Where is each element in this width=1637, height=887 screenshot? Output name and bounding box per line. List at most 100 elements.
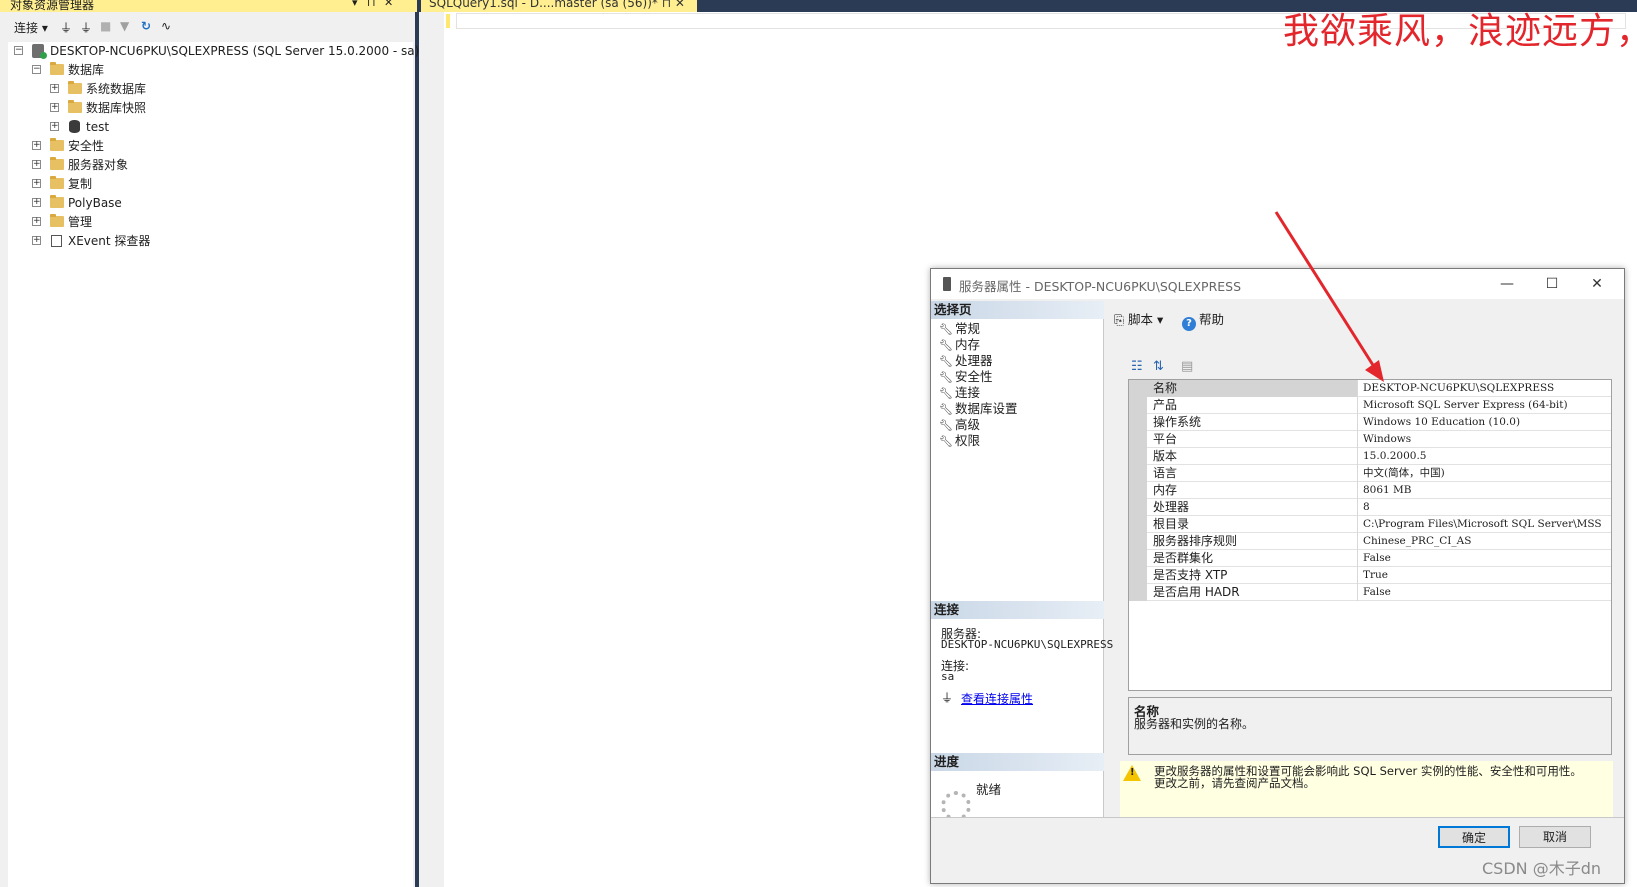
alphabetical-icon[interactable]: ⇅ bbox=[1153, 359, 1164, 374]
dialog-titlebar[interactable]: 服务器属性 - DESKTOP-NCU6PKU\SQLEXPRESS — ☐ ✕ bbox=[931, 269, 1624, 299]
expand-icon[interactable]: + bbox=[32, 236, 41, 245]
view-connection-properties-link[interactable]: 查看连接属性 bbox=[961, 690, 1033, 707]
close-icon[interactable]: ✕ bbox=[384, 0, 393, 9]
property-value: Microsoft SQL Server Express (64-bit) bbox=[1363, 399, 1568, 411]
expand-icon[interactable]: + bbox=[32, 198, 41, 207]
property-name: 是否支持 XTP bbox=[1147, 567, 1358, 584]
expand-icon[interactable]: + bbox=[32, 160, 41, 169]
dialog-right-pane: ⎘ 脚本 ▾ ? 帮助 ☷ ⇅ ▤ 名称 DESKTOP-NCU6PKU\SQLEX… bbox=[1106, 301, 1624, 833]
wrench-icon: 🔧︎ bbox=[939, 355, 953, 368]
select-page-header: 选择页 bbox=[931, 301, 1104, 319]
property-row[interactable]: 服务器排序规则 Chinese_PRC_CI_AS bbox=[1129, 533, 1611, 550]
row-gutter bbox=[1129, 397, 1147, 414]
progress-header: 进度 bbox=[931, 753, 1104, 771]
filter-icon[interactable]: ▼ bbox=[120, 19, 129, 33]
row-gutter bbox=[1129, 550, 1147, 567]
script-button[interactable]: ⎘ 脚本 ▾ bbox=[1114, 309, 1163, 328]
server-value: DESKTOP-NCU6PKU\SQLEXPRESS bbox=[941, 638, 1114, 651]
cancel-button[interactable]: 取消 bbox=[1519, 826, 1591, 848]
folder-icon bbox=[68, 100, 82, 113]
tree-label: test bbox=[86, 120, 110, 134]
close-button[interactable]: ✕ bbox=[1582, 273, 1612, 295]
wrench-icon: 🔧︎ bbox=[939, 435, 953, 448]
row-gutter bbox=[1129, 584, 1147, 601]
connect-button[interactable]: 连接 ▾ bbox=[14, 19, 48, 36]
expand-icon[interactable]: + bbox=[50, 103, 59, 112]
property-row[interactable]: 版本 15.0.2000.5 bbox=[1129, 448, 1611, 465]
warning-text: 更改服务器的属性和设置可能会影响此 SQL Server 实例的性能、安全性和可… bbox=[1154, 765, 1582, 789]
pin-icon[interactable]: ⊓ bbox=[367, 0, 376, 9]
property-value: 8061 MB bbox=[1363, 484, 1412, 496]
page-database-settings[interactable]: 🔧︎ 数据库设置 bbox=[939, 401, 1018, 417]
tab-label: SQLQuery1.sql - D....master (sa (56))* ⊓… bbox=[429, 0, 685, 10]
page-advanced[interactable]: 🔧︎ 高级 bbox=[939, 417, 980, 433]
plug-icon: ⏚ bbox=[941, 691, 954, 705]
property-row[interactable]: 名称 DESKTOP-NCU6PKU\SQLEXPRESS bbox=[1129, 380, 1611, 397]
property-row[interactable]: 是否启用 HADR False bbox=[1129, 584, 1611, 601]
property-row[interactable]: 是否支持 XTP True bbox=[1129, 567, 1611, 584]
warning-line: 更改之前，请先查阅产品文档。 bbox=[1154, 776, 1315, 790]
page-general[interactable]: 🔧︎ 常规 bbox=[939, 321, 980, 337]
property-name: 服务器排序规则 bbox=[1147, 533, 1358, 550]
dialog-left-pane: 选择页 🔧︎ 常规 🔧︎ 内存 🔧︎ 处理器 🔧︎ 安全性 🔧︎ 连接 🔧︎ 数据库设置 🔧… bbox=[931, 301, 1113, 883]
property-row[interactable]: 平台 Windows bbox=[1129, 431, 1611, 448]
folder-icon bbox=[50, 157, 64, 170]
collapse-icon[interactable]: − bbox=[32, 65, 41, 74]
property-name: 是否启用 HADR bbox=[1147, 584, 1358, 601]
expand-icon[interactable]: + bbox=[32, 141, 41, 150]
server-properties-dialog: 服务器属性 - DESKTOP-NCU6PKU\SQLEXPRESS — ☐ ✕… bbox=[930, 268, 1625, 884]
property-value: False bbox=[1363, 552, 1391, 564]
folder-icon bbox=[50, 62, 64, 75]
page-memory[interactable]: 🔧︎ 内存 bbox=[939, 337, 980, 353]
property-name: 内存 bbox=[1147, 482, 1358, 499]
property-row[interactable]: 产品 Microsoft SQL Server Express (64-bit) bbox=[1129, 397, 1611, 414]
property-description: 名称 服务器和实例的名称。 bbox=[1128, 697, 1612, 755]
page-permissions[interactable]: 🔧︎ 权限 bbox=[939, 433, 980, 449]
page-security[interactable]: 🔧︎ 安全性 bbox=[939, 369, 993, 385]
expand-icon[interactable]: + bbox=[50, 122, 59, 131]
property-row[interactable]: 内存 8061 MB bbox=[1129, 482, 1611, 499]
refresh-icon[interactable]: ↻ bbox=[141, 19, 151, 33]
wrench-icon: 🔧︎ bbox=[939, 387, 953, 400]
property-value: DESKTOP-NCU6PKU\SQLEXPRESS bbox=[1363, 382, 1555, 394]
activity-monitor-icon[interactable]: ∿ bbox=[161, 19, 171, 33]
tree-label: 安全性 bbox=[68, 139, 105, 153]
expand-icon[interactable]: + bbox=[50, 84, 59, 93]
tree-label: PolyBase bbox=[68, 196, 122, 210]
stop-icon[interactable]: ■ bbox=[100, 19, 111, 33]
plug-icon[interactable]: ⏚ bbox=[60, 19, 72, 36]
property-row[interactable]: 处理器 8 bbox=[1129, 499, 1611, 516]
page-processors[interactable]: 🔧︎ 处理器 bbox=[939, 353, 993, 369]
property-grid-toolbar: ☷ ⇅ ▤ bbox=[1131, 357, 1221, 377]
property-pages-icon[interactable]: ▤ bbox=[1181, 359, 1193, 374]
page-connections[interactable]: 🔧︎ 连接 bbox=[939, 385, 980, 401]
row-gutter bbox=[1129, 465, 1147, 482]
disconnect-icon[interactable]: ⏚ bbox=[80, 19, 92, 36]
warning-icon-mark: ! bbox=[1130, 767, 1135, 778]
expand-icon[interactable]: + bbox=[32, 217, 41, 226]
help-icon: ? bbox=[1182, 317, 1196, 331]
expand-icon[interactable]: + bbox=[32, 179, 41, 188]
ok-button[interactable]: 确定 bbox=[1438, 826, 1510, 848]
xevent-icon bbox=[51, 235, 62, 247]
tree-label: 数据库快照 bbox=[86, 101, 147, 115]
property-name: 名称 bbox=[1147, 380, 1358, 397]
property-value: Chinese_PRC_CI_AS bbox=[1363, 535, 1472, 547]
tab-sqlquery1[interactable]: SQLQuery1.sql - D....master (sa (56))* ⊓… bbox=[421, 0, 697, 12]
maximize-button[interactable]: ☐ bbox=[1537, 273, 1567, 295]
property-row[interactable]: 操作系统 Windows 10 Education (10.0) bbox=[1129, 414, 1611, 431]
tree-label: 系统数据库 bbox=[86, 82, 147, 96]
change-marker bbox=[446, 14, 450, 28]
property-row[interactable]: 根目录 C:\Program Files\Microsoft SQL Server… bbox=[1129, 516, 1611, 533]
property-name: 操作系统 bbox=[1147, 414, 1358, 431]
property-row[interactable]: 语言 中文(简体，中国) bbox=[1129, 465, 1611, 482]
minimize-button[interactable]: — bbox=[1492, 273, 1522, 295]
folder-icon bbox=[50, 138, 64, 151]
dropdown-icon[interactable]: ▾ bbox=[352, 0, 358, 9]
wrench-icon: 🔧︎ bbox=[939, 419, 953, 432]
collapse-icon[interactable]: − bbox=[14, 46, 23, 55]
server-icon bbox=[32, 44, 47, 59]
property-row[interactable]: 是否群集化 False bbox=[1129, 550, 1611, 567]
help-button[interactable]: ? 帮助 bbox=[1182, 309, 1224, 331]
categorized-icon[interactable]: ☷ bbox=[1131, 359, 1143, 374]
